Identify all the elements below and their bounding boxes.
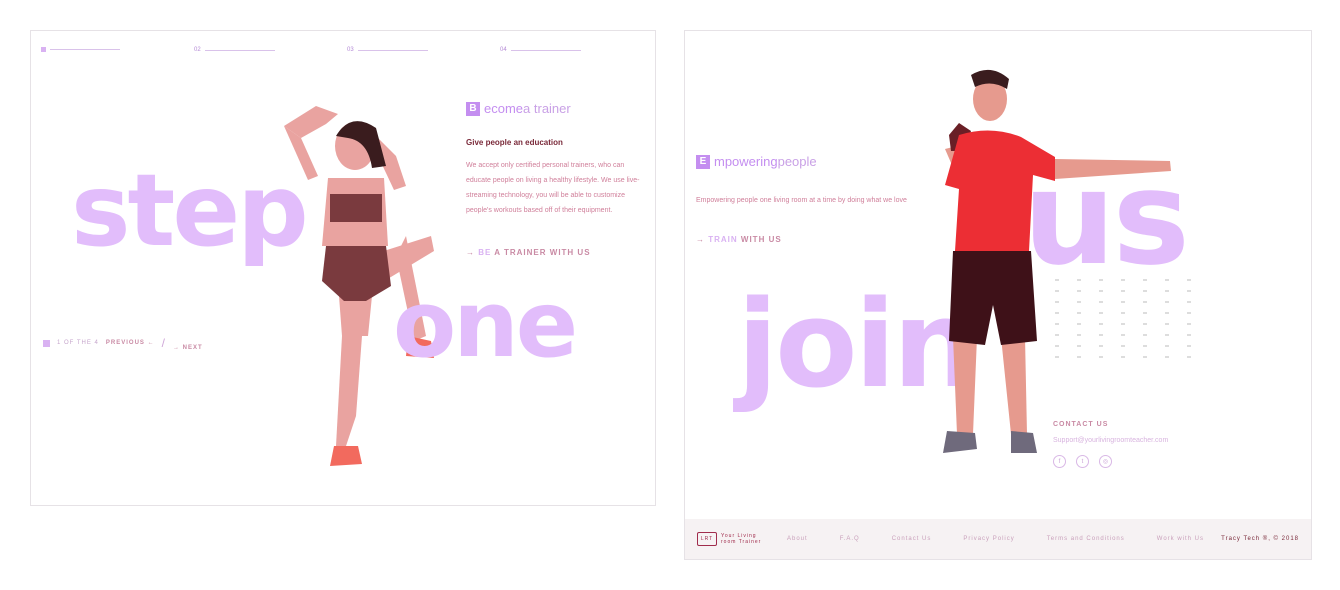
heading-highlight: mpowering	[714, 154, 778, 169]
arrow-right-icon: →	[696, 235, 705, 244]
twitter-icon[interactable]: t	[1076, 455, 1089, 468]
step-number: 04	[500, 47, 507, 53]
instagram-icon[interactable]: ◎	[1099, 455, 1112, 468]
site-logo[interactable]: LRT Your Living room Trainer	[697, 532, 765, 546]
footer-link-about[interactable]: About	[787, 536, 808, 542]
heading-rest: people	[777, 154, 817, 169]
step-number: 02	[194, 47, 201, 53]
step-line	[510, 49, 581, 51]
footer-link-faq[interactable]: F.A.Q	[840, 536, 860, 542]
facebook-icon[interactable]: f	[1053, 455, 1066, 468]
footer-links: About F.A.Q Contact Us Privacy Policy Te…	[787, 536, 1204, 542]
heading-rest: a trainer	[523, 101, 571, 116]
copyright-text: Tracy Tech ®, © 2018	[1221, 536, 1299, 542]
cta-label: WITH US	[737, 235, 782, 244]
footer-link-terms[interactable]: Terms and Conditions	[1047, 536, 1125, 542]
cta-highlight: TRAIN	[708, 235, 738, 244]
big-word-one: one	[393, 271, 578, 378]
heading-highlight: ecome	[484, 101, 524, 116]
section-paragraph: We accept only certified personal traine…	[466, 162, 640, 214]
section-heading: B ecome a trainer	[466, 101, 571, 116]
footer-link-contact[interactable]: Contact Us	[892, 536, 932, 542]
cta-highlight: BE	[478, 248, 492, 257]
become-trainer-link[interactable]: → BE A TRAINER WITH US	[466, 248, 591, 257]
footer-link-privacy[interactable]: Privacy Policy	[963, 536, 1014, 542]
step-line	[204, 49, 275, 51]
contact-heading: CONTACT US	[1053, 421, 1109, 428]
heading-initial: B	[466, 101, 480, 116]
section-heading: E mpowering people	[696, 154, 817, 169]
step-line	[50, 49, 120, 50]
step-4-indicator[interactable]: 04	[500, 47, 581, 53]
cta-label: A TRAINER WITH US	[491, 248, 591, 257]
section-paragraph: Empowering people one living room at a t…	[696, 197, 907, 204]
join-us-panel: us join E mpowering people Empowering pe…	[684, 30, 1312, 560]
page-count: 1 OF THE 4	[57, 340, 99, 346]
step-3-indicator[interactable]: 03	[347, 47, 428, 53]
step-1-indicator[interactable]	[41, 47, 120, 52]
pager-divider: /	[161, 336, 166, 350]
step-line	[357, 49, 428, 51]
page-indicator	[43, 339, 50, 347]
contact-email-link[interactable]: Support@yourlivingroomteacher.com	[1053, 437, 1168, 444]
step-dot	[41, 47, 46, 52]
previous-button[interactable]: PREVIOUS ←	[106, 340, 155, 346]
social-links: f t ◎	[1053, 455, 1112, 468]
pagination: 1 OF THE 4 PREVIOUS ← / → NEXT	[43, 335, 203, 351]
footer-link-work[interactable]: Work with Us	[1157, 536, 1204, 542]
next-button[interactable]: → NEXT	[173, 345, 203, 351]
train-with-us-link[interactable]: → TRAIN WITH US	[696, 235, 782, 244]
step-progress-nav: 02 03 04	[41, 47, 621, 57]
step-one-panel: 02 03 04 step one B ecome a trainer Give…	[30, 30, 656, 506]
section-subheading: Give people an education	[466, 138, 563, 147]
arrow-right-icon: →	[466, 248, 475, 257]
logo-text: Your Living room Trainer	[721, 533, 762, 545]
man-trainer-image	[943, 69, 1171, 453]
logo-mark: LRT	[697, 532, 717, 546]
heading-initial: E	[696, 154, 710, 169]
step-number: 03	[347, 47, 354, 53]
site-footer: LRT Your Living room Trainer About F.A.Q…	[685, 519, 1311, 559]
step-2-indicator[interactable]: 02	[194, 47, 275, 53]
